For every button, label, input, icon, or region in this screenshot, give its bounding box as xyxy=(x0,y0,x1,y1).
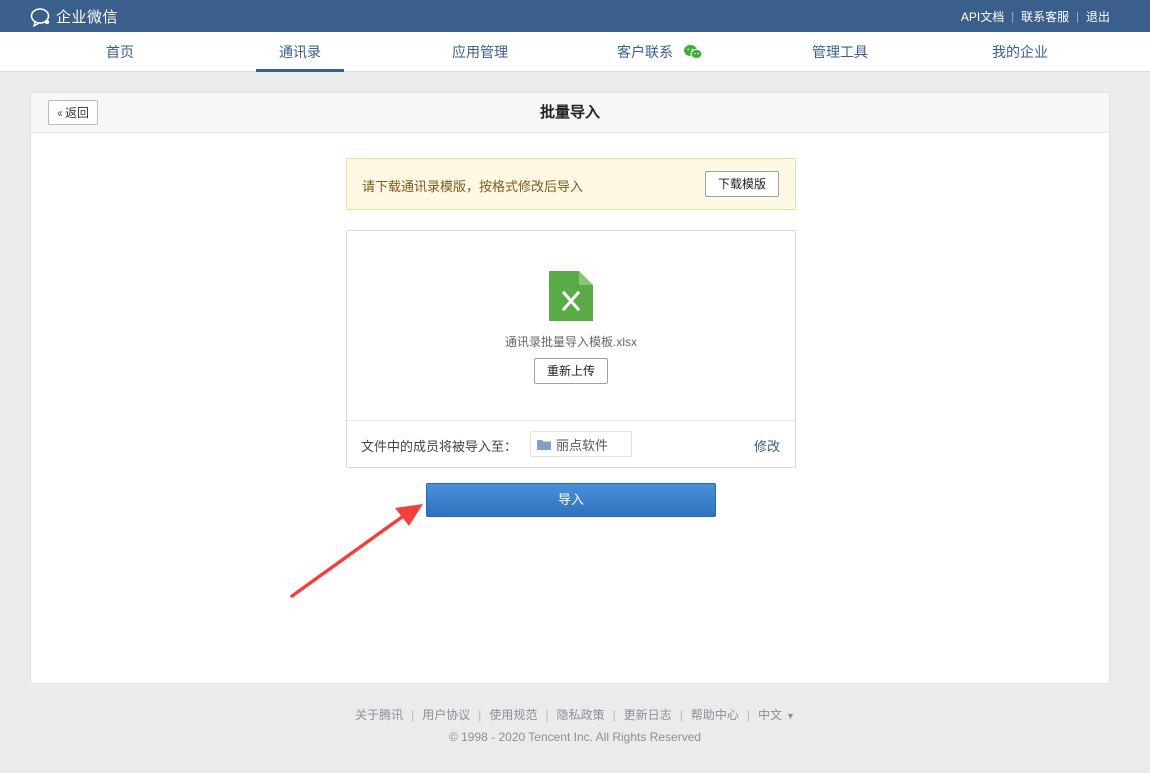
batch-import-card: ‹‹ 返回 批量导入 请下载通讯录模版，按格式修改后导入 下载模版 通讯录批量导… xyxy=(30,92,1110,684)
destination-department: 丽点软件 xyxy=(530,431,632,457)
modify-link[interactable]: 修改 xyxy=(754,436,780,455)
top-links: API文档 | 联系客服 | 退出 xyxy=(961,8,1110,25)
main-nav: 首页 通讯录 应用管理 客户联系 管理工具 我的企业 xyxy=(0,32,1150,72)
notice-text: 请下载通讯录模版，按格式修改后导入 xyxy=(362,179,584,194)
footer-links: 关于腾讯 | 用户协议 | 使用规范 | 隐私政策 | 更新日志 | 帮助中心 … xyxy=(0,706,1150,723)
file-name: 通讯录批量导入模板.xlsx xyxy=(504,335,637,349)
language-selector[interactable]: 中文 ▼ xyxy=(758,706,795,723)
card-header: ‹‹ 返回 批量导入 xyxy=(31,93,1109,133)
department-name: 丽点软件 xyxy=(556,437,609,453)
wework-logo-icon xyxy=(30,7,50,27)
destination-label: 文件中的成员将被导入至： xyxy=(361,439,518,454)
divider: | xyxy=(545,707,549,722)
divider: | xyxy=(411,707,415,722)
reupload-button[interactable]: 重新上传 xyxy=(534,358,608,384)
footer-help-link[interactable]: 帮助中心 xyxy=(691,706,739,723)
nav-label: 管理工具 xyxy=(812,44,868,60)
api-docs-link[interactable]: API文档 xyxy=(961,8,1004,25)
divider: | xyxy=(746,707,750,722)
nav-my-company[interactable]: 我的企业 xyxy=(970,32,1070,72)
import-button[interactable]: 导入 xyxy=(426,483,716,517)
contact-support-link[interactable]: 联系客服 xyxy=(1021,8,1069,25)
nav-label: 应用管理 xyxy=(452,44,508,60)
nav-management-tools[interactable]: 管理工具 xyxy=(790,32,890,72)
nav-home[interactable]: 首页 xyxy=(70,32,170,72)
divider: | xyxy=(679,707,683,722)
nav-label: 我的企业 xyxy=(992,44,1048,60)
logo[interactable]: 企业微信 xyxy=(30,6,118,27)
logout-link[interactable]: 退出 xyxy=(1086,8,1110,25)
page-title: 批量导入 xyxy=(539,104,600,121)
copyright: © 1998 - 2020 Tencent Inc. All Rights Re… xyxy=(448,730,702,744)
footer-usage-rules-link[interactable]: 使用规范 xyxy=(489,706,537,723)
divider: | xyxy=(1011,10,1015,23)
download-template-button[interactable]: 下载模版 xyxy=(705,171,779,197)
excel-file-icon xyxy=(549,271,593,321)
caret-down-icon: ▼ xyxy=(785,711,795,721)
page-footer: 关于腾讯 | 用户协议 | 使用规范 | 隐私政策 | 更新日志 | 帮助中心 … xyxy=(0,706,1150,745)
template-notice: 请下载通讯录模版，按格式修改后导入 下载模版 xyxy=(346,158,796,210)
app-name: 企业微信 xyxy=(56,9,119,26)
nav-customer-contact[interactable]: 客户联系 xyxy=(605,32,715,72)
divider: | xyxy=(612,707,616,722)
footer-user-agreement-link[interactable]: 用户协议 xyxy=(422,706,470,723)
footer-changelog-link[interactable]: 更新日志 xyxy=(624,706,672,723)
divider: | xyxy=(478,707,482,722)
language-label: 中文 xyxy=(757,708,782,722)
nav-contacts[interactable]: 通讯录 xyxy=(256,32,344,72)
nav-label: 通讯录 xyxy=(279,44,321,60)
upload-box: 通讯录批量导入模板.xlsx 重新上传 文件中的成员将被导入至： 丽点软件 修改 xyxy=(346,230,796,468)
divider: | xyxy=(1076,10,1079,23)
wechat-icon xyxy=(683,44,703,59)
destination-row: 文件中的成员将被导入至： 丽点软件 修改 xyxy=(347,420,795,468)
footer-about-link[interactable]: 关于腾讯 xyxy=(355,706,403,723)
nav-label: 客户联系 xyxy=(617,44,674,60)
folder-icon xyxy=(537,439,551,450)
nav-label: 首页 xyxy=(106,44,134,60)
nav-app-management[interactable]: 应用管理 xyxy=(430,32,530,72)
footer-privacy-link[interactable]: 隐私政策 xyxy=(557,706,605,723)
top-bar: 企业微信 API文档 | 联系客服 | 退出 xyxy=(0,0,1150,32)
